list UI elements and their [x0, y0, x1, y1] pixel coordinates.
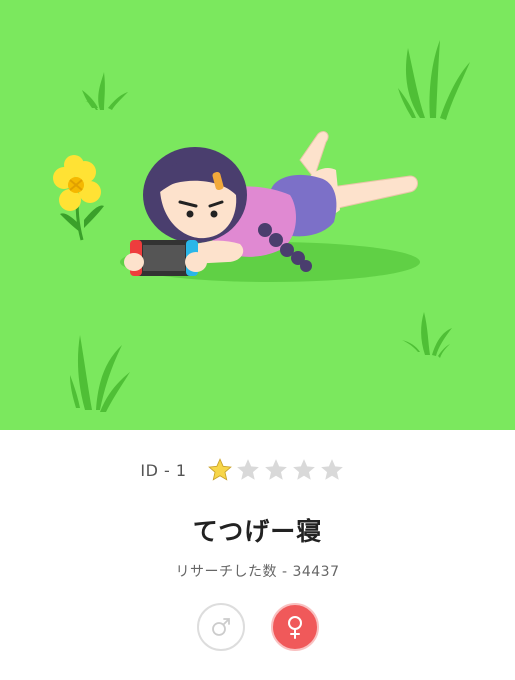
gender-selector — [0, 603, 515, 651]
star-empty-icon — [292, 459, 315, 480]
id-rating-row: ID - 1 — [0, 457, 515, 483]
research-count: リサーチした数 - 34437 — [175, 564, 340, 580]
yellow-flower — [53, 155, 104, 241]
star-empty-icon — [320, 459, 343, 480]
star-empty-icon — [236, 459, 259, 480]
grass-tuft-top-left — [82, 72, 128, 110]
record-title: てつげー寝 — [192, 517, 323, 546]
star-rating — [207, 457, 345, 483]
star-empty-icon — [264, 459, 287, 480]
female-icon — [287, 616, 302, 639]
grass-tuft-top-right — [398, 40, 470, 120]
girl-head — [143, 147, 247, 243]
star-filled-icon — [207, 458, 232, 481]
female-button[interactable] — [270, 603, 319, 651]
male-button[interactable] — [196, 603, 245, 651]
grass-tuft-bottom-left — [70, 335, 130, 412]
grass-tuft-bottom-right — [402, 312, 452, 358]
girl-gaming-illustration — [53, 40, 470, 412]
record-id: ID - 1 — [140, 460, 187, 480]
male-icon — [211, 618, 230, 636]
illustration — [0, 0, 515, 430]
character-card: ID - 1 てつげー寝 リサーチした数 - 34437 — [0, 430, 515, 680]
